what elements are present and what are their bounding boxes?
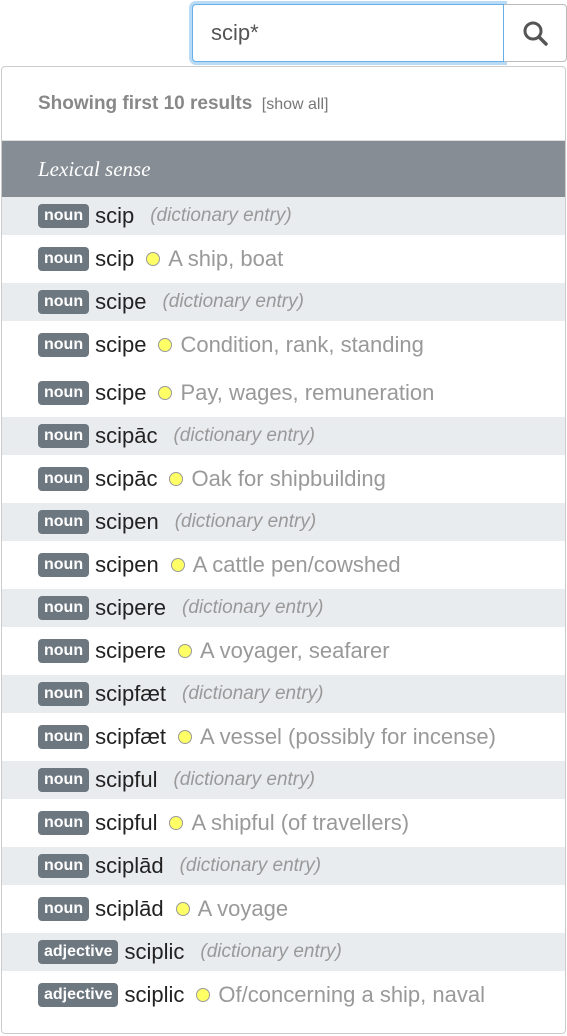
results-list: noun scip (dictionary entry) noun scip A ship… — [2, 197, 565, 1019]
search-bar — [192, 4, 567, 62]
section-header-lexical-sense: Lexical sense — [2, 141, 565, 197]
result-row[interactable]: noun sciplād A voyage — [2, 885, 565, 933]
lemma-text: scipāc — [95, 466, 158, 491]
sense-gloss: Pay, wages, remuneration — [180, 380, 435, 405]
lemma-text: scipere — [95, 595, 167, 620]
lemma-text: scipe — [95, 289, 147, 314]
show-all-link[interactable]: [show all] — [262, 96, 329, 113]
sense-gloss: A ship, boat — [168, 246, 284, 271]
sense-dot-icon — [158, 386, 173, 400]
results-summary: Showing first 10 results [show all] — [2, 67, 565, 141]
pos-badge: noun — [38, 854, 90, 878]
search-icon — [523, 21, 548, 46]
sense-gloss: Oak for shipbuilding — [191, 466, 386, 491]
sense-gloss: A voyage — [197, 896, 289, 921]
sense-gloss: A shipful (of travellers) — [191, 810, 410, 835]
result-row[interactable]: noun scipere (dictionary entry) — [2, 589, 565, 627]
lemma-text: sciplic — [124, 982, 185, 1007]
lemma-text: sciplād — [95, 853, 164, 878]
sense-gloss: Of/concerning a ship, naval — [218, 982, 485, 1007]
lemma-text: scipfæt — [95, 724, 167, 749]
sense-dot-icon — [175, 902, 190, 916]
result-row[interactable]: noun scip A ship, boat — [2, 235, 565, 283]
lemma-text: sciplād — [95, 896, 164, 921]
pos-badge: noun — [38, 424, 90, 448]
result-row[interactable]: noun scipere A voyager, seafarer — [2, 627, 565, 675]
sense-dot-icon — [196, 988, 211, 1002]
lemma-text: scipe — [95, 380, 147, 405]
sense-gloss: Condition, rank, standing — [180, 332, 424, 357]
pos-badge: noun — [38, 247, 90, 271]
pos-badge: noun — [38, 682, 90, 706]
result-row[interactable]: noun sciplād (dictionary entry) — [2, 847, 565, 885]
result-row[interactable]: adjective sciplic Of/concerning a ship, na… — [2, 971, 565, 1019]
pos-badge: noun — [38, 553, 90, 577]
sense-dot-icon — [178, 644, 193, 658]
pos-badge: noun — [38, 467, 90, 491]
lemma-text: scipere — [95, 638, 167, 663]
dictionary-entry-note: (dictionary entry) — [173, 769, 315, 790]
lemma-text: scip — [95, 203, 135, 228]
result-row[interactable]: noun scipe Pay, wages, remuneration — [2, 369, 565, 417]
pos-badge: noun — [38, 596, 90, 620]
search-input[interactable] — [192, 4, 504, 62]
sense-dot-icon — [169, 472, 184, 486]
result-row[interactable]: adjective sciplic (dictionary entry) — [2, 933, 565, 971]
search-button[interactable] — [504, 4, 567, 62]
dictionary-entry-note: (dictionary entry) — [182, 683, 324, 704]
pos-badge: noun — [38, 768, 90, 792]
result-row[interactable]: noun scipe Condition, rank, standing — [2, 321, 565, 369]
lemma-text: scipe — [95, 332, 147, 357]
sense-dot-icon — [169, 816, 184, 830]
sense-dot-icon — [178, 730, 193, 744]
result-row[interactable]: noun scipen A cattle pen/cowshed — [2, 541, 565, 589]
results-dropdown: Showing first 10 results [show all] Lexi… — [1, 66, 566, 1034]
result-row[interactable]: noun scipen (dictionary entry) — [2, 503, 565, 541]
result-row[interactable]: noun scip (dictionary entry) — [2, 197, 565, 235]
sense-dot-icon — [146, 252, 161, 266]
result-row[interactable]: noun scipāc (dictionary entry) — [2, 417, 565, 455]
result-row[interactable]: noun scipe (dictionary entry) — [2, 283, 565, 321]
lemma-text: sciplic — [124, 939, 185, 964]
dictionary-entry-note: (dictionary entry) — [174, 511, 317, 532]
pos-badge: adjective — [38, 983, 119, 1007]
lemma-text: scip — [95, 246, 135, 271]
sense-dot-icon — [170, 558, 185, 572]
result-row[interactable]: noun scipfæt A vessel (possibly for incens… — [2, 713, 565, 761]
lemma-text: scipen — [95, 552, 159, 577]
result-row[interactable]: noun scipāc Oak for shipbuilding — [2, 455, 565, 503]
pos-badge: noun — [38, 381, 90, 405]
lemma-text: scipen — [95, 509, 159, 534]
lemma-text: scipful — [95, 767, 158, 792]
lemma-text: scipfæt — [95, 681, 167, 706]
result-row[interactable]: noun scipful (dictionary entry) — [2, 761, 565, 799]
dictionary-entry-note: (dictionary entry) — [162, 291, 304, 312]
results-count-text: Showing first 10 results — [38, 93, 253, 114]
lemma-text: scipful — [95, 810, 158, 835]
dictionary-entry-note: (dictionary entry) — [200, 941, 342, 962]
result-row[interactable]: noun scipful A shipful (of travellers) — [2, 799, 565, 847]
pos-badge: adjective — [38, 940, 119, 964]
pos-badge: noun — [38, 897, 90, 921]
pos-badge: noun — [38, 204, 90, 228]
pos-badge: noun — [38, 639, 90, 663]
dictionary-entry-note: (dictionary entry) — [179, 855, 322, 876]
sense-gloss: A vessel (possibly for incense) — [200, 724, 496, 749]
pos-badge: noun — [38, 510, 90, 534]
lemma-text: scipāc — [95, 423, 158, 448]
sense-gloss: A cattle pen/cowshed — [192, 552, 401, 577]
dictionary-entry-note: (dictionary entry) — [150, 205, 292, 226]
pos-badge: noun — [38, 290, 90, 314]
pos-badge: noun — [38, 811, 90, 835]
sense-dot-icon — [158, 338, 173, 352]
sense-gloss: A voyager, seafarer — [200, 638, 390, 663]
pos-badge: noun — [38, 725, 90, 749]
pos-badge: noun — [38, 333, 90, 357]
dictionary-entry-note: (dictionary entry) — [182, 597, 324, 618]
dictionary-entry-note: (dictionary entry) — [173, 425, 315, 446]
result-row[interactable]: noun scipfæt (dictionary entry) — [2, 675, 565, 713]
